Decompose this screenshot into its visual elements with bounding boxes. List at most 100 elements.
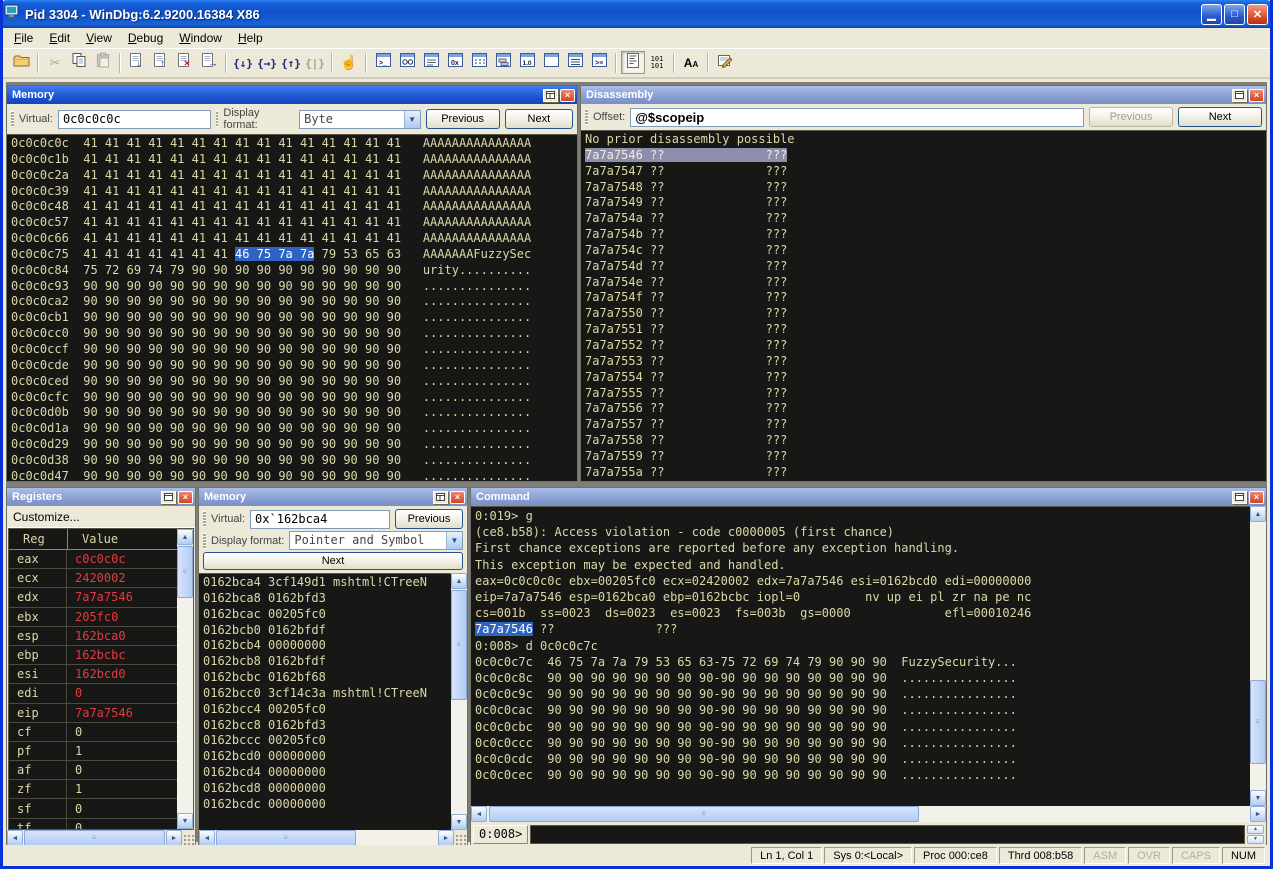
scroll-up-icon[interactable]: ▲	[177, 529, 193, 545]
scroll-right-icon[interactable]: ►	[166, 830, 182, 846]
memory-row[interactable]: 0c0c0c48 41 41 41 41 41 41 41 41 41 41 4…	[11, 199, 577, 215]
scroll-right-icon[interactable]: ►	[438, 830, 454, 846]
next-button[interactable]: Next	[203, 552, 463, 570]
options-button[interactable]	[713, 51, 737, 74]
cut-button[interactable]: ✂	[43, 51, 67, 74]
memory-row[interactable]: 0c0c0c2a 41 41 41 41 41 41 41 41 41 41 4…	[11, 168, 577, 184]
memory-row[interactable]: 0c0c0c93 90 90 90 90 90 90 90 90 90 90 9…	[11, 279, 577, 295]
register-row[interactable]: edx 7a7a7546	[9, 588, 177, 608]
history-spinner[interactable]: ▲ ▼	[1247, 824, 1264, 844]
copy-button[interactable]	[67, 51, 91, 74]
command-hscrollbar[interactable]: ◄ ≡ ►	[471, 806, 1266, 822]
register-row[interactable]: eip 7a7a7546	[9, 703, 177, 723]
toolbar-grip[interactable]	[203, 532, 206, 549]
disassembly-row[interactable]: 7a7a7555 ?? ???	[585, 386, 1266, 402]
memory-row[interactable]: 0162bcb0 0162bfdf	[203, 623, 451, 639]
break-button[interactable]: ☝	[337, 51, 361, 74]
memory-hex-dump[interactable]: 0c0c0c0c 41 41 41 41 41 41 41 41 41 41 4…	[7, 134, 577, 481]
scroll-down-icon[interactable]: ▼	[1250, 790, 1266, 806]
open-registers-window-button[interactable]: 0x	[443, 51, 467, 74]
step-out-button[interactable]: {↑}	[279, 51, 303, 74]
memory-row[interactable]: 0162bcb8 0162bfdf	[203, 654, 451, 670]
register-row[interactable]: sf 0	[9, 799, 177, 819]
memory-row[interactable]: 0c0c0c84 75 72 69 74 79 90 90 90 90 90 9…	[11, 263, 577, 279]
next-button[interactable]: Next	[504, 109, 573, 129]
customize-link[interactable]: Customize...	[7, 506, 195, 528]
restart-button[interactable]: ↑	[149, 51, 173, 74]
memory-row[interactable]: 0162bcc8 0162bfd3	[203, 718, 451, 734]
open-processes-window-button[interactable]	[563, 51, 587, 74]
menu-edit[interactable]: Edit	[41, 29, 78, 47]
go-button[interactable]: ↓	[125, 51, 149, 74]
display-format-select[interactable]: Pointer and Symbol ▼	[289, 531, 463, 550]
memory-row[interactable]: 0c0c0c0c 41 41 41 41 41 41 41 41 41 41 4…	[11, 136, 577, 152]
dock-icon[interactable]	[433, 490, 448, 504]
disassembly-row[interactable]: 7a7a7553 ?? ???	[585, 354, 1266, 370]
memory-row[interactable]: 0162bca4 3cf149d1 mshtml!CTreeN	[203, 575, 451, 591]
previous-button[interactable]: Previous	[395, 509, 463, 529]
disassembly-row[interactable]: 7a7a755a ?? ???	[585, 465, 1266, 481]
disassembly-row[interactable]: 7a7a7548 ?? ???	[585, 180, 1266, 196]
toolbar-grip[interactable]	[11, 111, 14, 127]
memory-row[interactable]: 0162bcd8 00000000	[203, 781, 451, 797]
next-button[interactable]: Next	[1178, 107, 1262, 127]
disassembly-row[interactable]: 7a7a7550 ?? ???	[585, 306, 1266, 322]
close-icon[interactable]: ×	[450, 490, 465, 504]
memory-row[interactable]: 0c0c0c57 41 41 41 41 41 41 41 41 41 41 4…	[11, 215, 577, 231]
register-row[interactable]: pf 1	[9, 741, 177, 762]
open-command-window-button[interactable]: >_	[371, 51, 395, 74]
dock-icon[interactable]	[1232, 490, 1247, 504]
scroll-left-icon[interactable]: ◄	[7, 830, 23, 846]
disassembly-row[interactable]: 7a7a754d ?? ???	[585, 259, 1266, 275]
detach-button[interactable]: →	[197, 51, 221, 74]
font-button[interactable]: AA	[679, 51, 703, 74]
close-icon[interactable]: ×	[1249, 490, 1264, 504]
maximize-button[interactable]: □	[1224, 3, 1245, 25]
disassembly-listing[interactable]: No prior disassembly possible 7a7a7546 ??…	[581, 130, 1266, 481]
spin-up-icon[interactable]: ▲	[1247, 824, 1264, 834]
memory-row[interactable]: 0162bcc4 00205fc0	[203, 702, 451, 718]
scroll-thumb[interactable]: ≡	[1250, 680, 1266, 764]
memory-row[interactable]: 0162bcbc 0162bf68	[203, 670, 451, 686]
virtual-address-input[interactable]: 0x`162bca4	[250, 509, 390, 529]
command-output[interactable]: 0:019> g (ce8.b58): Access violation - co…	[471, 506, 1250, 806]
chevron-down-icon[interactable]: ▼	[403, 110, 420, 128]
open-disassembly-window-button[interactable]: 1.0	[515, 51, 539, 74]
memory-row[interactable]: 0c0c0cb1 90 90 90 90 90 90 90 90 90 90 9…	[11, 310, 577, 326]
register-row[interactable]: esp 162bca0	[9, 626, 177, 646]
memory2-pane-titlebar[interactable]: Memory ×	[199, 488, 467, 506]
source-mode-off-button[interactable]: 101 101	[645, 51, 669, 74]
memory-row[interactable]: 0162bcdc 00000000	[203, 797, 451, 813]
display-format-select[interactable]: Byte ▼	[299, 109, 421, 129]
open-command-browser-button[interactable]: >≡	[587, 51, 611, 74]
memory-row[interactable]: 0c0c0d47 90 90 90 90 90 90 90 90 90 90 9…	[11, 469, 577, 481]
virtual-address-input[interactable]: 0c0c0c0c	[57, 109, 211, 129]
command-vscrollbar[interactable]: ▲ ≡ ▼	[1250, 506, 1266, 806]
memory2-pointer-dump[interactable]: 0162bca4 3cf149d1 mshtml!CTreeN 0162bca8 …	[199, 573, 451, 830]
disassembly-row[interactable]: 7a7a7552 ?? ???	[585, 338, 1266, 354]
register-row[interactable]: eax c0c0c0c	[9, 550, 177, 570]
scroll-thumb[interactable]: ≡	[451, 590, 467, 700]
disassembly-row[interactable]: 7a7a7547 ?? ???	[585, 164, 1266, 180]
chevron-down-icon[interactable]: ▼	[446, 532, 462, 549]
memory-row[interactable]: 0c0c0d29 90 90 90 90 90 90 90 90 90 90 9…	[11, 437, 577, 453]
disassembly-row[interactable]: 7a7a7546 ?? ???	[585, 147, 1266, 164]
scroll-thumb[interactable]: ≡	[489, 806, 919, 822]
scroll-thumb[interactable]: ≡	[216, 830, 356, 846]
menu-help[interactable]: Help	[230, 29, 271, 47]
open-source-file-button[interactable]	[9, 51, 33, 74]
memory-row[interactable]: 0c0c0cde 90 90 90 90 90 90 90 90 90 90 9…	[11, 358, 577, 374]
open-locals-window-button[interactable]	[419, 51, 443, 74]
disassembly-row[interactable]: 7a7a7551 ?? ???	[585, 322, 1266, 338]
memory-row[interactable]: 0c0c0d38 90 90 90 90 90 90 90 90 90 90 9…	[11, 453, 577, 469]
scroll-left-icon[interactable]: ◄	[199, 830, 215, 846]
register-row[interactable]: zf 1	[9, 780, 177, 800]
register-row[interactable]: ebp 162bcbc	[9, 645, 177, 666]
memory-row[interactable]: 0c0c0c1b 41 41 41 41 41 41 41 41 41 41 4…	[11, 152, 577, 168]
previous-button[interactable]: Previous	[425, 109, 500, 129]
scroll-down-icon[interactable]: ▼	[451, 814, 467, 830]
memory-row[interactable]: 0162bca8 0162bfd3	[203, 591, 451, 607]
open-scratch-pad-button[interactable]	[539, 51, 563, 74]
memory-row[interactable]: 0c0c0ccf 90 90 90 90 90 90 90 90 90 90 9…	[11, 342, 577, 358]
memory-row[interactable]: 0c0c0d1a 90 90 90 90 90 90 90 90 90 90 9…	[11, 421, 577, 437]
